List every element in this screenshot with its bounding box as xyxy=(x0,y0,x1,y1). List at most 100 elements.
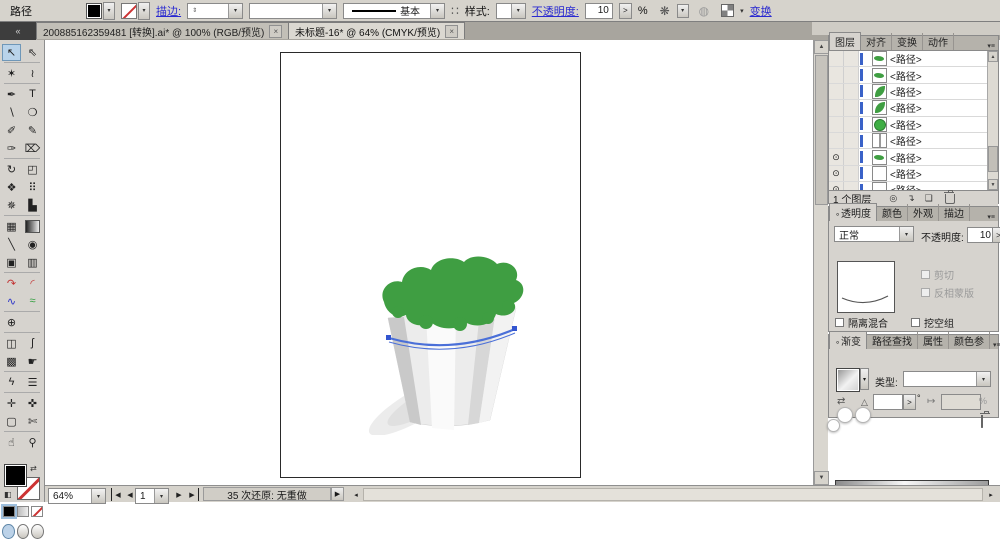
stroke-list-tool-button[interactable]: ☰ xyxy=(23,374,42,391)
scroll-down-icon[interactable]: ▼ xyxy=(988,179,998,190)
tab-align[interactable]: 对齐 xyxy=(861,33,892,50)
width-tool-button[interactable]: ❖ xyxy=(2,179,21,196)
slice-tool-button[interactable]: ▢ xyxy=(2,413,21,430)
anchor-point[interactable] xyxy=(386,335,391,340)
chevron-down-icon[interactable]: ▾ xyxy=(91,489,105,503)
tab-appearance[interactable]: 外观 xyxy=(908,204,940,221)
hscroll-left-icon[interactable]: ◂ xyxy=(350,488,362,501)
status-expand-button[interactable]: ▶ xyxy=(331,487,344,501)
visibility-toggle[interactable] xyxy=(829,116,844,132)
envelope-tool-button[interactable]: ◫ xyxy=(2,335,21,352)
lock-toggle[interactable] xyxy=(844,83,859,100)
visibility-toggle[interactable]: ⊙ xyxy=(829,165,844,182)
chevron-down-icon[interactable]: ▾ xyxy=(676,3,689,18)
graphic-style-combo[interactable]: ▾ xyxy=(495,2,526,19)
isolate-blending-checkbox[interactable]: 隔离混合 xyxy=(835,315,888,330)
magic-wand-tool-button[interactable]: ✶ xyxy=(2,65,21,82)
paintbrush-tool-button[interactable]: ✐ xyxy=(2,122,21,139)
panel-menu-icon[interactable]: ▾≡ xyxy=(984,42,998,50)
document-tab-inactive[interactable]: 200885162359481 [转换].ai* @ 100% (RGB/预览)… xyxy=(36,22,290,39)
graph-tool-button[interactable]: ▙ xyxy=(23,197,42,214)
chevron-down-icon[interactable]: ▾ xyxy=(860,368,869,390)
chevron-down-icon[interactable]: ▾ xyxy=(899,227,913,241)
rotate-tool-button[interactable]: ↻ xyxy=(2,161,21,178)
invert-mask-checkbox[interactable]: 反相蒙版 xyxy=(921,285,974,300)
layer-name[interactable]: <路径> xyxy=(890,166,984,181)
visibility-toggle[interactable] xyxy=(829,51,844,67)
panel-menu-icon[interactable]: ▾≡ xyxy=(990,341,1000,349)
tab-pathfinder[interactable]: 路径查找 xyxy=(867,332,919,349)
chevron-down-icon[interactable]: ▾ xyxy=(322,3,337,18)
transform-panel-link[interactable]: 变换 xyxy=(750,3,772,19)
visibility-toggle[interactable] xyxy=(829,67,844,83)
warp-tool-button[interactable]: ʃ xyxy=(23,335,42,352)
fill-swatch-button[interactable] xyxy=(4,464,27,487)
direct-selection-tool-button[interactable]: ⇖ xyxy=(23,44,42,61)
stroke-color-button[interactable]: ▾ xyxy=(121,1,150,20)
recolor-artwork-icon[interactable]: ❋ xyxy=(660,4,670,18)
clip-checkbox[interactable]: 剪切 xyxy=(921,267,954,282)
type-tool-button[interactable]: T xyxy=(23,86,42,103)
last-page-button[interactable]: ▶ xyxy=(186,488,199,501)
chevron-down-icon[interactable]: ▾ xyxy=(154,489,168,503)
close-icon[interactable]: × xyxy=(445,24,459,38)
column-graph-tool-button[interactable]: ▥ xyxy=(23,254,42,271)
hand-tool-button[interactable]: ☝ xyxy=(2,434,21,451)
chevron-down-icon[interactable]: ▾ xyxy=(430,3,445,18)
layer-row[interactable]: ⊙<路径>◉ xyxy=(829,182,998,190)
layer-row[interactable]: <路径>○ xyxy=(829,51,998,68)
vertical-scrollbar[interactable]: ▲ ▼ xyxy=(813,40,829,485)
stroke-panel-link[interactable]: 描边: xyxy=(156,3,181,19)
screen-mode-menubar-button[interactable] xyxy=(16,524,30,539)
lock-toggle[interactable] xyxy=(844,165,859,182)
delete-stop-icon[interactable] xyxy=(981,415,983,428)
opacity-stepper-button[interactable]: > xyxy=(618,2,632,19)
layer-row[interactable]: ⊙<路径>○ xyxy=(829,149,998,166)
layer-row[interactable]: <路径>○ xyxy=(829,116,998,133)
none-mode-button[interactable] xyxy=(31,506,43,517)
chevron-down-icon[interactable]: ▾ xyxy=(103,1,115,20)
gradient-tool-button[interactable] xyxy=(23,218,42,235)
mesh-tool-button[interactable]: ▦ xyxy=(2,218,21,235)
scroll-down-icon[interactable]: ▼ xyxy=(814,471,829,485)
tab-overflow-button[interactable]: « xyxy=(0,22,36,40)
scroll-up-icon[interactable]: ▲ xyxy=(814,40,829,54)
opacity-input[interactable]: 10 xyxy=(967,227,995,243)
angle-input[interactable] xyxy=(873,394,903,410)
tab-gradient[interactable]: ∘渐变 xyxy=(829,331,868,349)
live-paint-tool-button[interactable]: ✛ xyxy=(2,395,21,412)
new-layer-icon[interactable]: ❏ xyxy=(925,193,933,204)
bucket-artwork[interactable] xyxy=(368,250,558,435)
eraser-tool-button[interactable]: ⌦ xyxy=(23,140,42,157)
new-sublayer-icon[interactable]: ↴ xyxy=(907,193,915,204)
tab-color[interactable]: 颜色 xyxy=(877,204,909,221)
zoom-tool-button[interactable]: ⚲ xyxy=(23,434,42,451)
blend-mode-select[interactable]: 正常 ▾ xyxy=(834,226,914,242)
lock-toggle[interactable] xyxy=(844,182,859,190)
gradient-stop[interactable] xyxy=(837,407,853,423)
chevron-down-icon[interactable]: ▾ xyxy=(740,7,744,15)
live-paint-selection-tool-button[interactable]: ✜ xyxy=(23,395,42,412)
scale-tool-button[interactable]: ◰ xyxy=(23,161,42,178)
layers-scrollbar[interactable]: ▲ ▼ xyxy=(987,51,998,190)
opacity-panel-link[interactable]: 不透明度: xyxy=(532,3,579,19)
artboard-tool-button[interactable]: ⊕ xyxy=(2,314,21,331)
color-mode-button[interactable] xyxy=(1,504,17,519)
location-input[interactable] xyxy=(941,394,981,410)
tab-color-guide[interactable]: 颜色参 xyxy=(949,332,991,349)
angle-stepper-button[interactable]: > xyxy=(903,394,916,410)
first-page-button[interactable]: ◀ xyxy=(111,488,124,501)
visibility-toggle[interactable] xyxy=(829,132,844,149)
gradient-type-select[interactable]: ▾ xyxy=(903,371,991,387)
panel-menu-icon[interactable]: ▾≡ xyxy=(984,213,998,221)
default-fill-stroke-icon[interactable]: ◧ xyxy=(4,490,12,499)
gradient-stop[interactable] xyxy=(827,419,840,432)
delete-layer-icon[interactable] xyxy=(943,189,955,204)
lasso-tool-button[interactable]: ≀ xyxy=(23,65,42,82)
shape-tool-button[interactable]: ❍ xyxy=(23,104,42,121)
document-setup-icon[interactable] xyxy=(721,4,735,17)
curve-tool-button[interactable]: ∿ xyxy=(2,293,21,310)
line-segment-tool-button[interactable]: ∖ xyxy=(2,104,21,121)
screen-mode-full-button[interactable] xyxy=(31,524,45,539)
checkbox-icon[interactable] xyxy=(911,318,920,327)
